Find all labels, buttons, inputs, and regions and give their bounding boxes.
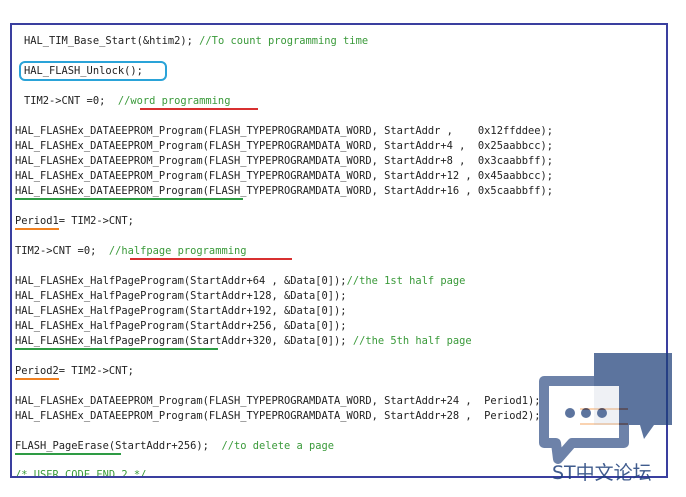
watermark-text: ST中文论坛 [552,462,652,484]
halfpage-program-underline [15,348,218,350]
code-comment: //halfpage programming [108,245,247,257]
code-line-3: TIM2->CNT =0; //word programming [24,95,230,108]
code-line-11: HAL_FLASHEx_HalfPageProgram(StartAddr+64… [15,275,465,288]
word-programming-underline [140,108,258,110]
code-comment: //To count programming time [199,35,369,47]
code-comment: /* USER CODE END 2 */ [15,469,147,478]
code-comment: //the 1st half page [346,275,466,287]
code-text: TIM2->CNT =0; [15,245,109,257]
code-line-4: HAL_FLASHEx_DATAEEPROM_Program(FLASH_TYP… [15,125,553,137]
code-line-14: HAL_FLASHEx_HalfPageProgram(StartAddr+25… [15,320,347,332]
code-line-12: HAL_FLASHEx_HalfPageProgram(StartAddr+12… [15,290,347,302]
code-comment: //word programming [117,95,231,107]
code-text: TIM2->CNT =0; [24,95,118,107]
word-program-underline [15,198,243,200]
code-text: HAL_FLASHEx_HalfPageProgram(StartAddr+64… [15,275,347,287]
code-line-10: TIM2->CNT =0; //halfpage programming [15,245,246,258]
code-line-5: HAL_FLASHEx_DATAEEPROM_Program(FLASH_TYP… [15,140,553,152]
code-line-17: HAL_FLASHEx_DATAEEPROM_Program(FLASH_TYP… [15,395,541,407]
code-text: HAL_FLASHEx_HalfPageProgram(StartAddr+32… [15,335,353,347]
code-line-18: HAL_FLASHEx_DATAEEPROM_Program(FLASH_TYP… [15,410,541,422]
speech-bubble-logo-icon [539,353,672,464]
code-line-9: Period1= TIM2->CNT; [15,215,134,227]
code-line-2: HAL_FLASH_Unlock(); [24,65,143,77]
code-text: FLASH_PageErase(StartAddr+256); [15,440,222,452]
code-line-20: /* USER CODE END 2 */ [15,469,147,478]
halfpage-programming-underline [130,258,292,260]
period2-underline [15,378,59,380]
code-line-15: HAL_FLASHEx_HalfPageProgram(StartAddr+32… [15,335,472,348]
code-line-19: FLASH_PageErase(StartAddr+256); //to del… [15,440,334,453]
code-comment: //the 5th half page [352,335,472,347]
code-line-6: HAL_FLASHEx_DATAEEPROM_Program(FLASH_TYP… [15,155,553,167]
code-line-13: HAL_FLASHEx_HalfPageProgram(StartAddr+19… [15,305,347,317]
code-line-1: HAL_TIM_Base_Start(&htim2); //To count p… [24,35,368,48]
code-line-16: Period2= TIM2->CNT; [15,365,134,377]
code-line-8: HAL_FLASHEx_DATAEEPROM_Program(FLASH_TYP… [15,185,553,197]
code-line-7: HAL_FLASHEx_DATAEEPROM_Program(FLASH_TYP… [15,170,553,182]
page-erase-underline [15,453,121,455]
code-text: HAL_TIM_Base_Start(&htim2); [24,35,200,47]
code-comment: //to delete a page [221,440,335,452]
period1-underline [15,228,59,230]
